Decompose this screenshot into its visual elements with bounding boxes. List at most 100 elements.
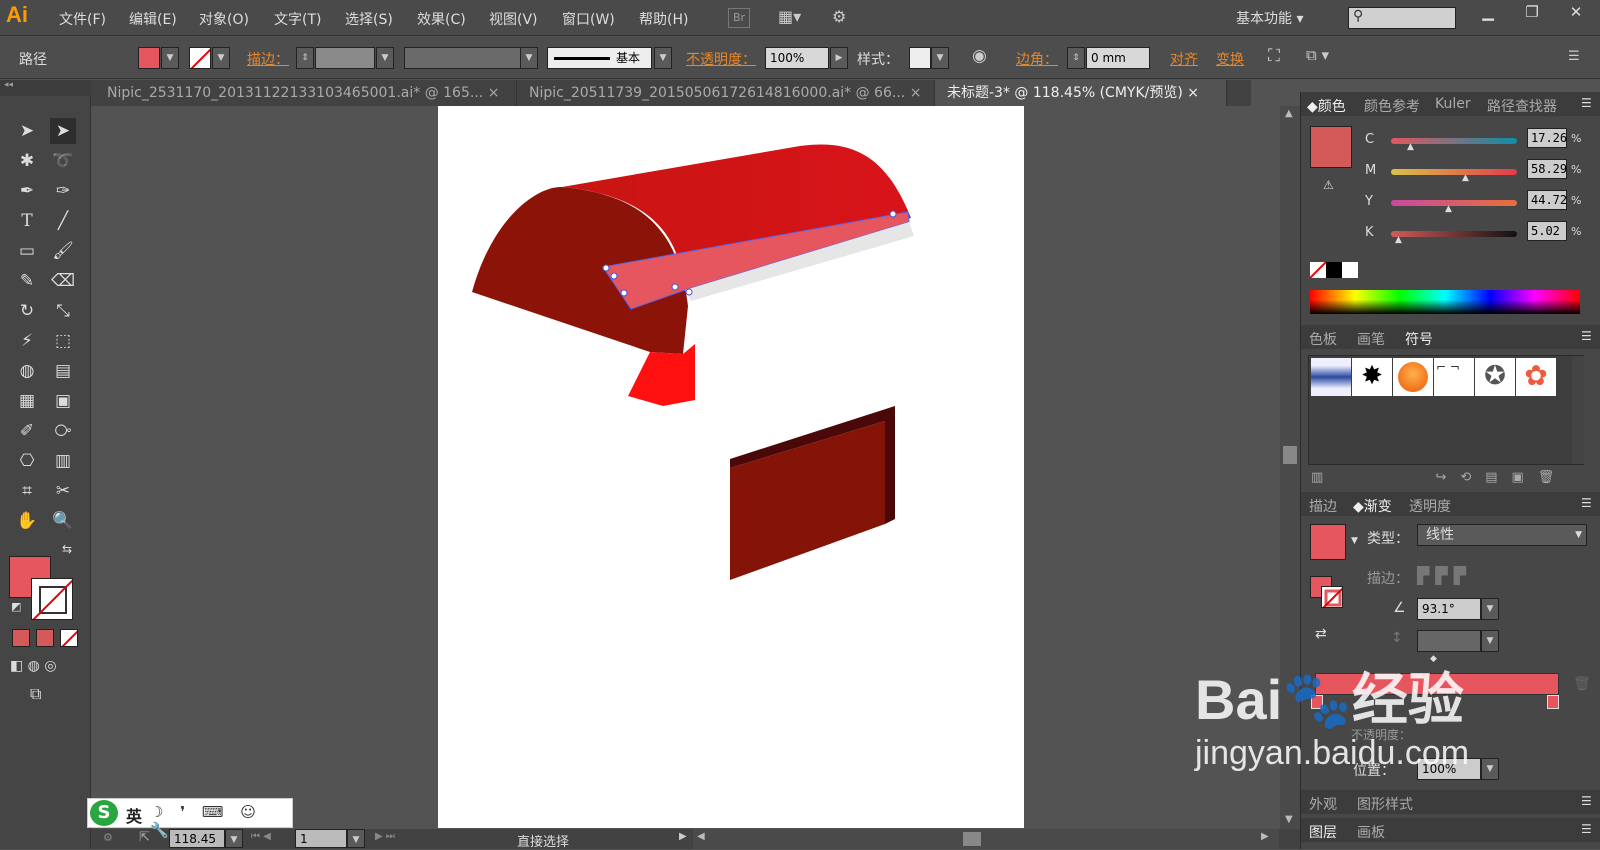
last-artboard-icon[interactable]: ▶ ⏭ (375, 831, 395, 842)
isolate-object-icon[interactable]: ⛶ (1268, 46, 1280, 66)
tab-layers[interactable]: 图层 (1309, 822, 1337, 842)
width-tool-icon[interactable]: ⚡ (14, 328, 40, 354)
symbols-scrollbar[interactable] (1572, 356, 1584, 464)
channel-c-thumb[interactable]: ▲ (1407, 142, 1414, 152)
eraser-tool-icon[interactable]: ⌫ (50, 268, 76, 294)
artboard-dropdown[interactable]: ▼ (347, 829, 365, 848)
appearance-panel-menu-icon[interactable]: ☰ (1581, 794, 1592, 808)
stroke-weight-dropdown[interactable]: ▼ (376, 47, 394, 69)
gradient-angle-field[interactable]: 93.1° (1417, 598, 1481, 620)
transform-link[interactable]: 变换 (1216, 49, 1244, 69)
stroke-dropdown[interactable]: ▼ (212, 47, 230, 69)
share-icon[interactable]: ⇱ (139, 830, 150, 845)
menu-effect[interactable]: 效果(C) (417, 9, 466, 29)
artboard-number-field[interactable]: 1 (295, 829, 347, 848)
slice-tool-icon[interactable]: ✂ (50, 478, 76, 504)
corner-radius-field[interactable]: 0 mm (1086, 47, 1150, 69)
tab-brushes[interactable]: 画笔 (1357, 329, 1385, 349)
channel-c-value[interactable]: 17.26 (1527, 128, 1567, 148)
recolor-artwork-icon[interactable]: ◉ (972, 46, 987, 66)
scroll-right-icon[interactable]: ▶ (1261, 831, 1269, 842)
gradient-panel-menu-icon[interactable]: ☰ (1581, 496, 1592, 510)
menu-type[interactable]: 文字(T) (274, 9, 321, 29)
none-mode-button[interactable] (60, 629, 78, 647)
gradient-stop-right[interactable] (1547, 695, 1559, 709)
channel-k-value[interactable]: 5.02 (1527, 221, 1567, 241)
gradient-tool-icon[interactable]: ▣ (50, 388, 76, 414)
lasso-tool-icon[interactable]: ➰ (50, 148, 76, 174)
paintbrush-tool-icon[interactable]: 🖌 (50, 238, 76, 264)
channel-k-slider[interactable] (1391, 231, 1517, 237)
reverse-gradient-icon[interactable]: ⇄ (1315, 626, 1327, 642)
blend-tool-icon[interactable]: ⧂ (50, 418, 76, 444)
color-spectrum[interactable] (1310, 290, 1580, 314)
menu-view[interactable]: 视图(V) (489, 9, 538, 29)
delete-stop-icon[interactable]: 🗑 (1573, 676, 1591, 692)
brush-dropdown[interactable]: ▼ (654, 47, 672, 69)
close-icon[interactable]: × (910, 85, 922, 101)
white-color-chip[interactable] (1342, 262, 1358, 278)
symbol-crop-marks[interactable]: ⌐ ¬ (1434, 358, 1474, 396)
gradient-type-select[interactable]: 线性 ▼ (1417, 524, 1587, 546)
gradient-stroke-chip[interactable] (1321, 586, 1343, 608)
draw-mode-icons[interactable]: ◧ ◍ ◎ (10, 658, 57, 674)
arrange-documents-icon[interactable]: ▦▾ (778, 7, 801, 26)
stroke-label[interactable]: 描边： (247, 49, 289, 69)
collapse-icon[interactable]: ◂◂ (0, 80, 91, 96)
tab-stroke[interactable]: 描边 (1309, 496, 1337, 516)
corner-label[interactable]: 边角： (1016, 49, 1058, 69)
scroll-down-icon[interactable]: ▼ (1285, 814, 1293, 825)
tab-color[interactable]: ◆颜色 (1307, 96, 1346, 116)
close-icon[interactable]: × (488, 85, 500, 101)
gpu-status-icon[interactable]: ⚙ (103, 831, 113, 844)
perspective-grid-icon[interactable]: ▤ (50, 358, 76, 384)
scroll-thumb[interactable] (1283, 446, 1297, 464)
opacity-label[interactable]: 不透明度： (686, 49, 756, 69)
stroke-none-swatch[interactable] (189, 47, 211, 69)
fill-color-swatch[interactable] (138, 47, 160, 69)
menu-select[interactable]: 选择(S) (345, 9, 393, 29)
fill-dropdown[interactable]: ▼ (161, 47, 179, 69)
opacity-slider-button[interactable]: ▶ (830, 47, 848, 69)
symbols-panel-menu-icon[interactable]: ☰ (1581, 329, 1592, 343)
channel-y-thumb[interactable]: ▲ (1445, 204, 1452, 214)
rotate-tool-icon[interactable]: ↻ (14, 298, 40, 324)
tab-untitled-3[interactable]: 未标题-3* @ 118.45% (CMYK/预览) × (935, 80, 1227, 106)
color-mode-button[interactable] (12, 629, 30, 647)
gradient-preview-dropdown[interactable]: ▼ (1351, 536, 1358, 546)
workspace-switcher[interactable]: 基本功能 ▾ (1236, 8, 1303, 28)
tab-kuler[interactable]: Kuler (1435, 96, 1471, 112)
tab-pathfinder[interactable]: 路径查找器 (1487, 96, 1557, 116)
pencil-tool-icon[interactable]: ✎ (14, 268, 40, 294)
aspect-ratio-field[interactable] (1417, 630, 1481, 652)
stroke-weight-field[interactable] (315, 47, 375, 69)
canvas-horizontal-scrollbar[interactable]: ◀ ▶ (693, 829, 1279, 849)
tab-nipic-2531170[interactable]: Nipic_2531170_20131122133103465001.ai* @… (95, 80, 517, 106)
symbol-twisted-ring[interactable]: ✪ (1475, 358, 1515, 396)
mesh-tool-icon[interactable]: ▦ (14, 388, 40, 414)
align-link[interactable]: 对齐 (1170, 49, 1198, 69)
color-fill-swatch[interactable] (1310, 126, 1352, 168)
stroke-gradient-buttons[interactable]: ▛▛▛ (1417, 566, 1503, 588)
tab-swatches[interactable]: 色板 (1309, 329, 1337, 349)
stroke-weight-stepper[interactable]: ⇕ (296, 47, 314, 69)
panel-menu-icon[interactable]: ☰ (1568, 49, 1580, 64)
stroke-none-large[interactable] (31, 578, 73, 620)
eyedropper-tool-icon[interactable]: ✐ (14, 418, 40, 444)
direct-selection-tool-icon[interactable]: ➤ (50, 118, 76, 144)
menu-edit[interactable]: 编辑(E) (129, 9, 177, 29)
search-input[interactable]: ⚲ (1348, 7, 1456, 29)
hand-tool-icon[interactable]: ✋ (14, 508, 40, 534)
gpu-performance-icon[interactable]: ⚙ (832, 7, 846, 26)
channel-m-slider[interactable] (1391, 169, 1517, 175)
free-transform-icon[interactable]: ⬚ (50, 328, 76, 354)
artboard-tool-icon[interactable]: ⌗ (14, 478, 40, 504)
shape-builder-icon[interactable]: ◍ (14, 358, 40, 384)
line-tool-icon[interactable]: ╱ (50, 208, 76, 234)
minimize-button[interactable]: ▁ (1466, 0, 1510, 26)
channel-m-thumb[interactable]: ▲ (1462, 173, 1469, 183)
gradient-mode-button[interactable] (36, 629, 54, 647)
channel-m-value[interactable]: 58.29 (1527, 159, 1567, 179)
menu-file[interactable]: 文件(F) (59, 9, 106, 29)
symbol-orange-button[interactable] (1393, 358, 1433, 396)
